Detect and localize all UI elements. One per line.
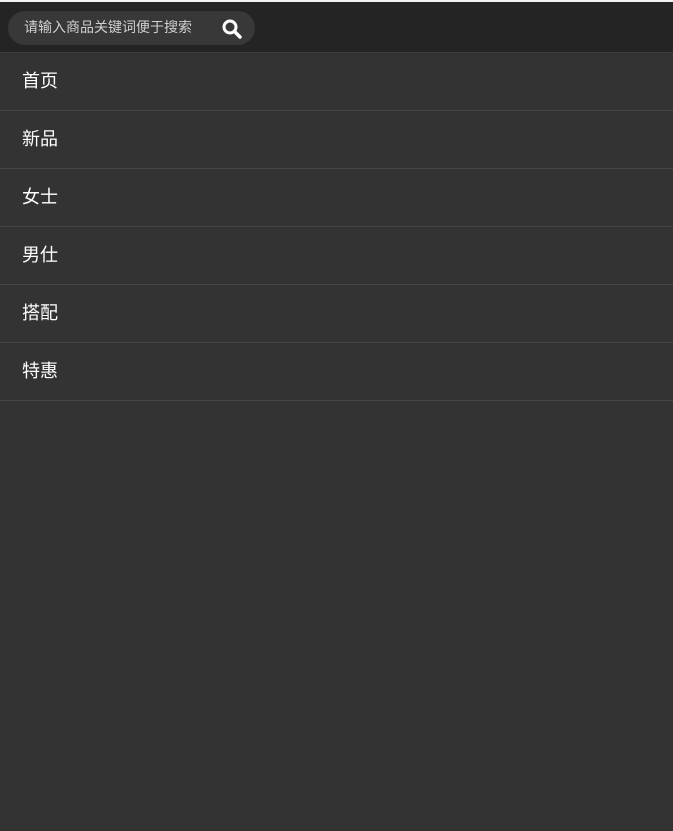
nav-item-men[interactable]: 男仕 <box>0 227 673 285</box>
nav-item-label: 女士 <box>22 187 58 208</box>
nav-item-new[interactable]: 新品 <box>0 111 673 169</box>
nav-item-home[interactable]: 首页 <box>0 53 673 111</box>
search-box <box>8 11 255 45</box>
search-header <box>0 2 673 53</box>
search-icon[interactable] <box>221 18 243 40</box>
nav-list: 首页 新品 女士 男仕 搭配 特惠 <box>0 53 673 401</box>
nav-item-label: 搭配 <box>22 303 58 324</box>
main-nav: 首页 新品 女士 男仕 搭配 特惠 <box>0 53 673 401</box>
nav-item-label: 男仕 <box>22 245 58 266</box>
nav-item-label: 首页 <box>22 71 58 92</box>
nav-item-sale[interactable]: 特惠 <box>0 343 673 401</box>
nav-item-label: 新品 <box>22 129 58 150</box>
nav-item-label: 特惠 <box>22 361 58 382</box>
nav-item-match[interactable]: 搭配 <box>0 285 673 343</box>
search-input[interactable] <box>24 11 214 45</box>
nav-item-women[interactable]: 女士 <box>0 169 673 227</box>
